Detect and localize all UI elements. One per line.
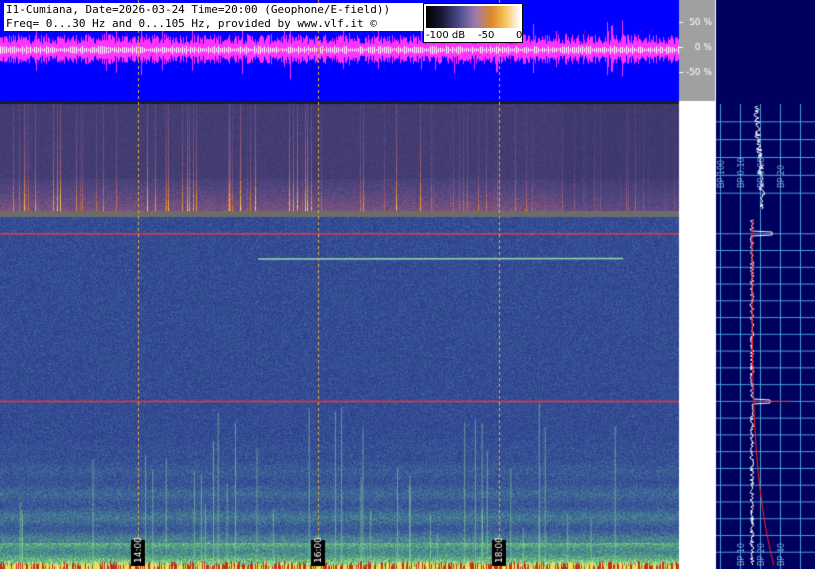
legend-label-mid: -50 xyxy=(478,30,495,41)
color-scale-legend: -100 dB -50 0 xyxy=(423,3,523,43)
vlf-spectrogram-canvas xyxy=(0,0,815,569)
legend-label-min: -100 dB xyxy=(426,30,466,41)
legend-label-max: 0 xyxy=(516,30,523,41)
title-line-1: I1-Cumiana, Date=2026-03-24 Time=20:00 (… xyxy=(6,3,391,16)
title-block: I1-Cumiana, Date=2026-03-24 Time=20:00 (… xyxy=(4,3,428,31)
color-scale-bar xyxy=(426,6,520,28)
title-line-2: Freq= 0...30 Hz and 0...105 Hz, provided… xyxy=(6,17,377,30)
